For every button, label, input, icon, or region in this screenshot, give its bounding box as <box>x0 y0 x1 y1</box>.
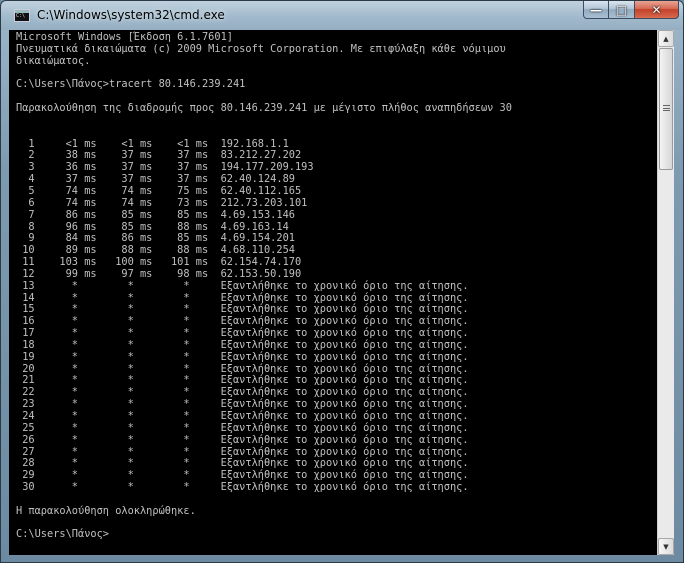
console-line: 7 86 ms 85 ms 85 ms 4.69.153.146 <box>16 208 295 221</box>
close-icon: ✕ <box>651 2 662 17</box>
console-line: Πνευματικά δικαιώματα (c) 2009 Microsoft… <box>16 42 506 55</box>
console-line: Παρακολούθηση της διαδρομής προς 80.146.… <box>16 102 512 115</box>
title-bar[interactable]: C:\Windows\system32\cmd.exe — □ ✕ <box>1 1 683 30</box>
console-line: δικαιώματος. <box>16 54 91 67</box>
close-button[interactable]: ✕ <box>635 1 679 19</box>
maximize-button[interactable]: □ <box>609 1 635 19</box>
console-line: 25 * * * Εξαντλήθηκε το χρονικό όριο της… <box>16 421 469 434</box>
scroll-down-arrow-icon: ▼ <box>663 542 669 551</box>
console-line: C:\Users\Πάνος>tracert 80.146.239.241 <box>16 78 246 91</box>
window-title: C:\Windows\system32\cmd.exe <box>37 8 225 22</box>
console-line: 6 74 ms 74 ms 73 ms 212.73.203.101 <box>16 196 308 209</box>
console-output-area[interactable]: Microsoft Windows [Έκδοση 6.1.7601] Πνευμ… <box>9 30 657 555</box>
console-line: Η παρακολούθηση ολοκληρώθηκε. <box>16 504 196 517</box>
scroll-up-button[interactable]: ▲ <box>658 30 674 47</box>
console-line: 30 * * * Εξαντλήθηκε το χρονικό όριο της… <box>16 481 469 494</box>
minimize-button[interactable]: — <box>583 1 609 19</box>
scroll-down-button[interactable]: ▼ <box>658 538 674 555</box>
console-line: 13 * * * Εξαντλήθηκε το χρονικό όριο της… <box>16 279 469 292</box>
console-line: 12 99 ms 97 ms 98 ms 62.153.50.190 <box>16 267 302 280</box>
minimize-icon: — <box>590 2 602 17</box>
scrollbar-thumb[interactable] <box>659 48 673 170</box>
window-frame-bottom <box>1 555 683 562</box>
scroll-up-arrow-icon: ▲ <box>663 34 669 43</box>
console-line: C:\Users\Πάνος> <box>16 528 109 541</box>
console-line: 19 * * * Εξαντλήθηκε το χρονικό όριο της… <box>16 350 469 363</box>
maximize-icon: □ <box>615 2 628 17</box>
vertical-scrollbar[interactable]: ▲ ▼ <box>657 30 674 555</box>
cmd-app-icon[interactable] <box>14 9 30 22</box>
cmd-window: C:\Windows\system32\cmd.exe — □ ✕ Micros… <box>0 0 684 563</box>
window-controls: — □ ✕ <box>583 1 679 21</box>
console-text: Microsoft Windows [Έκδοση 6.1.7601] Πνευμ… <box>9 30 657 541</box>
console-line: 18 * * * Εξαντλήθηκε το χρονικό όριο της… <box>16 338 469 351</box>
thumb-grip-icon <box>663 105 670 111</box>
console-line: 26 * * * Εξαντλήθηκε το χρονικό όριο της… <box>16 433 469 446</box>
